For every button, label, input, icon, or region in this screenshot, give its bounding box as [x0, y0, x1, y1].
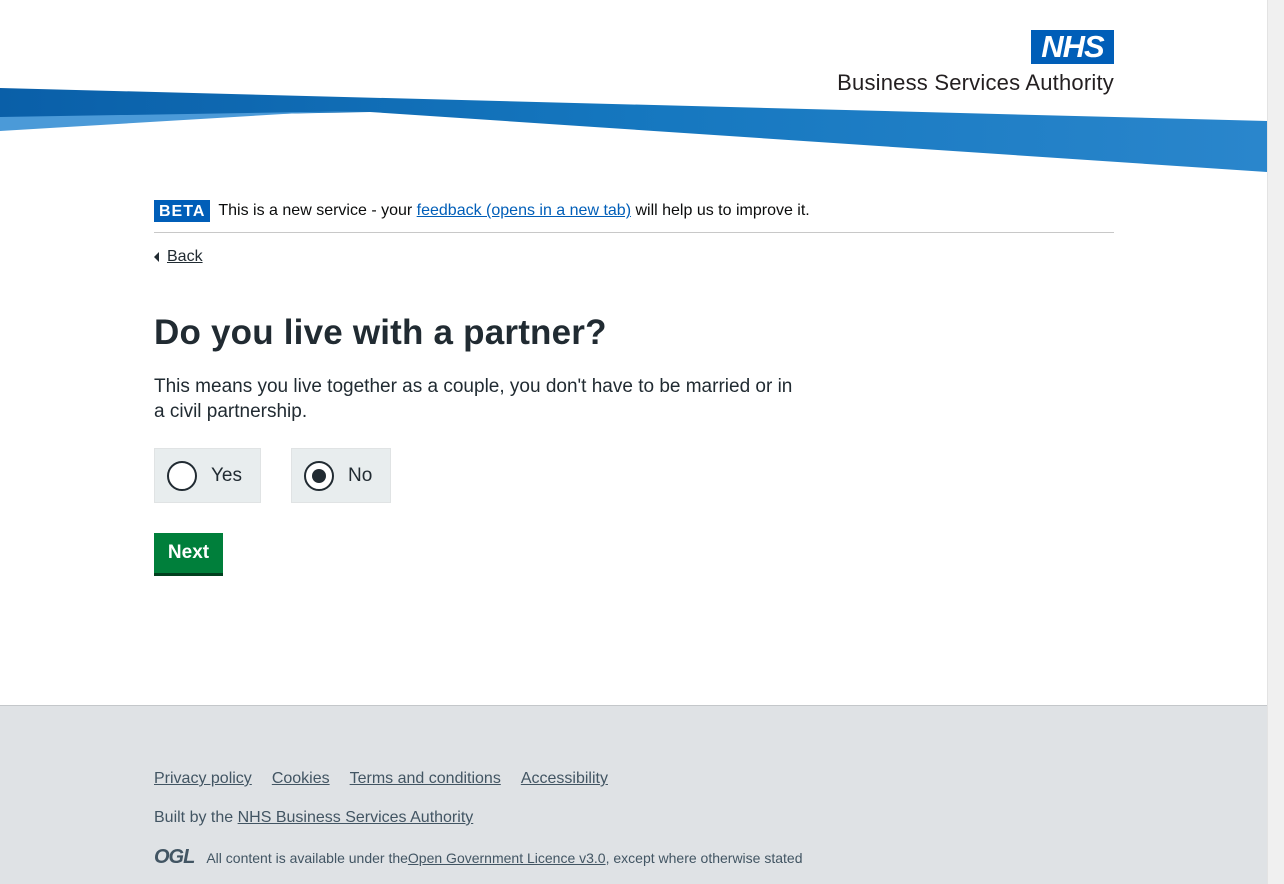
nhs-logo-box: NHS — [1031, 30, 1114, 64]
beta-text-before: This is a new service - your — [218, 202, 417, 219]
licence-suffix: , except where otherwise stated — [605, 849, 803, 866]
feedback-link[interactable]: feedback (opens in a new tab) — [417, 202, 631, 219]
org-name: Business Services Authority — [837, 70, 1114, 95]
radio-option-yes[interactable]: Yes — [154, 448, 261, 503]
footer-link-accessibility[interactable]: Accessibility — [521, 770, 608, 788]
built-by-prefix: Built by the — [154, 809, 238, 826]
page-title: Do you live with a partner? — [154, 313, 607, 352]
built-by-text: Built by the NHS Business Services Autho… — [154, 809, 473, 827]
site-footer: Privacy policy Cookies Terms and conditi… — [0, 705, 1267, 884]
site-header: NHS Business Services Authority — [0, 0, 1267, 180]
radio-group: Yes No — [154, 448, 1114, 503]
beta-text-after: will help us to improve it. — [631, 202, 810, 219]
radio-yes-label: Yes — [211, 464, 242, 486]
beta-tag: BETA — [154, 200, 211, 222]
licence-prefix: All content is available under the — [206, 849, 408, 866]
vertical-scrollbar[interactable] — [1267, 0, 1284, 884]
footer-link-privacy-policy[interactable]: Privacy policy — [154, 770, 252, 788]
radio-option-no[interactable]: No — [291, 448, 391, 503]
page: NHS Business Services Authority BETA Thi… — [0, 0, 1267, 884]
open-government-licence-link[interactable]: Open Government Licence v3.0 — [408, 850, 606, 866]
radio-no-circle-icon[interactable] — [304, 460, 334, 491]
footer-link-terms-and-conditions[interactable]: Terms and conditions — [350, 770, 501, 788]
beta-banner: BETA This is a new service - your feedba… — [154, 200, 1114, 233]
footer-link-cookies[interactable]: Cookies — [272, 770, 330, 788]
nhsbsa-logo[interactable]: NHS Business Services Authority — [812, 30, 1114, 98]
next-button[interactable]: Next — [154, 533, 223, 573]
chevron-left-icon — [154, 252, 159, 262]
back-link-label: Back — [167, 248, 203, 265]
nhsbsa-link[interactable]: NHS Business Services Authority — [238, 809, 474, 826]
footer-links: Privacy policy Cookies Terms and conditi… — [154, 770, 628, 788]
beta-text: This is a new service - your feedback (o… — [218, 200, 809, 222]
radio-yes-circle-icon[interactable] — [167, 460, 197, 491]
radio-no-label: No — [348, 464, 373, 486]
question-hint: This means you live together as a couple… — [154, 376, 793, 422]
back-link[interactable]: Back — [154, 248, 203, 266]
ogl-icon: OGL — [154, 846, 195, 868]
licence-text: OGL All content is available under the O… — [154, 846, 802, 869]
